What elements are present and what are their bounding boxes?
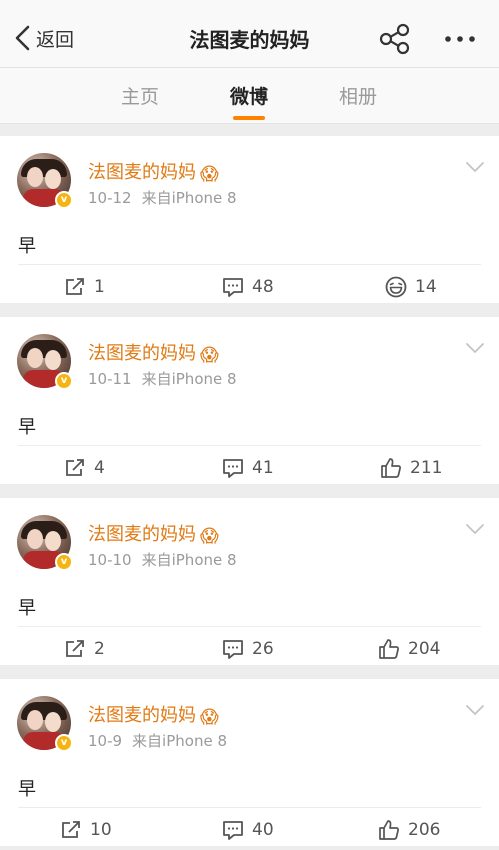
active-tab-indicator bbox=[233, 116, 265, 120]
comment-icon bbox=[223, 278, 243, 297]
laugh-icon bbox=[385, 276, 407, 298]
repost-icon bbox=[62, 821, 80, 838]
post-card: v 法图麦的妈妈 😱 10-9 来自iPhone 8 早 10 40 206 bbox=[0, 679, 499, 846]
repost-icon bbox=[66, 459, 84, 476]
divider bbox=[18, 445, 481, 446]
app: 返回 法图麦的妈妈 主页 微博 相册 v 法图麦的妈妈 😱 10-12 来自iP… bbox=[0, 0, 499, 850]
comment-button[interactable]: 48 bbox=[222, 274, 274, 300]
post-text: 早 bbox=[18, 236, 36, 257]
author-name: 法图麦的妈妈 bbox=[88, 705, 196, 726]
repost-count: 1 bbox=[94, 277, 105, 297]
post-source: 来自iPhone 8 bbox=[141, 189, 237, 207]
like-count: 204 bbox=[408, 639, 441, 659]
comment-count: 26 bbox=[252, 639, 274, 659]
thumbs-up-icon bbox=[379, 820, 399, 840]
tab-home[interactable]: 主页 bbox=[100, 82, 180, 109]
shocked-emoji-icon: 😱 bbox=[200, 164, 219, 185]
post-card: v 法图麦的妈妈 😱 10-11 来自iPhone 8 早 4 41 211 bbox=[0, 317, 499, 484]
tab-album[interactable]: 相册 bbox=[318, 82, 398, 109]
post-card: v 法图麦的妈妈 😱 10-12 来自iPhone 8 早 1 48 14 bbox=[0, 136, 499, 303]
chevron-down-icon[interactable] bbox=[465, 341, 485, 355]
verified-badge-icon: v bbox=[55, 553, 73, 571]
divider bbox=[18, 626, 481, 627]
post-meta: 10-12 来自iPhone 8 bbox=[88, 187, 237, 208]
chevron-down-icon[interactable] bbox=[465, 160, 485, 174]
post-meta: 10-9 来自iPhone 8 bbox=[88, 730, 227, 751]
share-icon[interactable] bbox=[378, 22, 412, 56]
back-button[interactable]: 返回 bbox=[12, 20, 74, 56]
avatar[interactable]: v bbox=[17, 696, 73, 752]
post-source: 来自iPhone 8 bbox=[132, 732, 227, 750]
repost-button[interactable]: 2 bbox=[64, 636, 105, 662]
verified-badge-icon: v bbox=[55, 734, 73, 752]
post-card: v 法图麦的妈妈 😱 10-10 来自iPhone 8 早 2 26 204 bbox=[0, 498, 499, 665]
post-meta: 10-11 来自iPhone 8 bbox=[88, 368, 237, 389]
avatar[interactable]: v bbox=[17, 334, 73, 390]
repost-count: 2 bbox=[94, 639, 105, 659]
like-button[interactable]: 204 bbox=[378, 636, 440, 662]
post-date: 10-11 bbox=[88, 370, 132, 388]
like-button[interactable]: 206 bbox=[378, 817, 440, 843]
like-count: 206 bbox=[408, 820, 441, 840]
repost-count: 4 bbox=[94, 458, 105, 478]
shocked-emoji-icon: 😱 bbox=[200, 707, 219, 728]
comment-icon bbox=[223, 640, 243, 659]
repost-button[interactable]: 10 bbox=[60, 817, 112, 843]
comment-count: 41 bbox=[252, 458, 274, 478]
chevron-left-icon bbox=[15, 25, 30, 51]
post-author[interactable]: 法图麦的妈妈 😱 bbox=[88, 701, 219, 728]
more-icon[interactable] bbox=[440, 22, 480, 56]
post-text: 早 bbox=[18, 779, 36, 800]
verified-badge-icon: v bbox=[55, 372, 73, 390]
author-name: 法图麦的妈妈 bbox=[88, 343, 196, 364]
back-label: 返回 bbox=[36, 28, 75, 51]
post-text: 早 bbox=[18, 598, 36, 619]
like-button[interactable]: 211 bbox=[380, 455, 442, 481]
author-name: 法图麦的妈妈 bbox=[88, 162, 196, 183]
like-count: 14 bbox=[415, 277, 437, 297]
thumbs-up-icon bbox=[379, 639, 399, 659]
divider bbox=[18, 264, 481, 265]
divider bbox=[18, 807, 481, 808]
thumbs-up-icon bbox=[381, 458, 401, 478]
comment-button[interactable]: 40 bbox=[222, 817, 274, 843]
author-name: 法图麦的妈妈 bbox=[88, 524, 196, 545]
repost-icon bbox=[66, 640, 84, 657]
comment-count: 40 bbox=[252, 820, 274, 840]
chevron-down-icon[interactable] bbox=[465, 522, 485, 536]
verified-badge-icon: v bbox=[55, 191, 73, 209]
shocked-emoji-icon: 😱 bbox=[200, 526, 219, 547]
post-date: 10-12 bbox=[88, 189, 132, 207]
repost-button[interactable]: 4 bbox=[64, 455, 105, 481]
avatar[interactable]: v bbox=[17, 153, 73, 209]
post-text: 早 bbox=[18, 417, 36, 438]
post-source: 来自iPhone 8 bbox=[141, 551, 237, 569]
nav-bar: 返回 法图麦的妈妈 bbox=[0, 0, 499, 68]
page-title: 法图麦的妈妈 bbox=[189, 28, 310, 52]
post-author[interactable]: 法图麦的妈妈 😱 bbox=[88, 158, 219, 185]
comment-icon bbox=[223, 459, 243, 478]
profile-tabs: 主页 微博 相册 bbox=[0, 68, 499, 124]
avatar[interactable]: v bbox=[17, 515, 73, 571]
like-button[interactable]: 14 bbox=[385, 274, 437, 300]
repost-count: 10 bbox=[90, 820, 112, 840]
comment-button[interactable]: 26 bbox=[222, 636, 274, 662]
post-date: 10-9 bbox=[88, 732, 123, 750]
post-author[interactable]: 法图麦的妈妈 😱 bbox=[88, 339, 219, 366]
shocked-emoji-icon: 😱 bbox=[200, 345, 219, 366]
comment-button[interactable]: 41 bbox=[222, 455, 274, 481]
post-date: 10-10 bbox=[88, 551, 132, 569]
like-count: 211 bbox=[410, 458, 443, 478]
tab-weibo[interactable]: 微博 bbox=[209, 82, 289, 109]
post-source: 来自iPhone 8 bbox=[141, 370, 237, 388]
repost-icon bbox=[66, 278, 84, 295]
post-author[interactable]: 法图麦的妈妈 😱 bbox=[88, 520, 219, 547]
repost-button[interactable]: 1 bbox=[64, 274, 105, 300]
chevron-down-icon[interactable] bbox=[465, 703, 485, 717]
comment-icon bbox=[223, 821, 243, 840]
post-meta: 10-10 来自iPhone 8 bbox=[88, 549, 237, 570]
comment-count: 48 bbox=[252, 277, 274, 297]
